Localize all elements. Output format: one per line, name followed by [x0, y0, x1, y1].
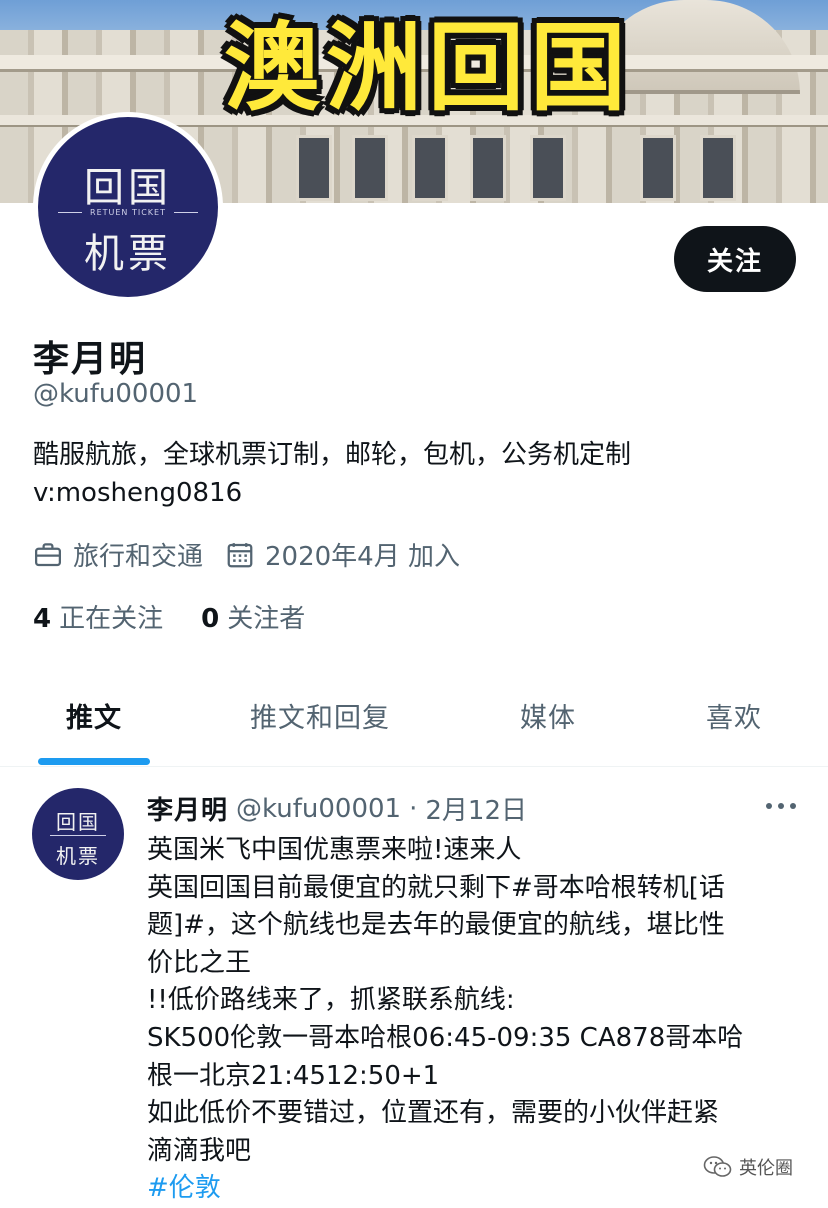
profile-category: 旅行和交通 [33, 536, 203, 573]
tweet-separator: · [409, 793, 418, 824]
tweet-author[interactable]: 李月明 [147, 790, 228, 827]
tweet-line: 题]#，这个航线也是去年的最便宜的航线，堪比性 [147, 910, 725, 941]
banner-window [640, 135, 676, 201]
profile-meta: 旅行和交通 2020年4月 加入 [33, 536, 482, 573]
banner-window [700, 135, 736, 201]
profile-tabs: 推文 推文和回复 媒体 喜欢 [0, 668, 828, 766]
banner-window [470, 135, 506, 201]
profile-joined: 2020年4月 加入 [225, 536, 460, 573]
tweet-line: 英国米飞中国优惠票来啦!速来人 [147, 835, 522, 865]
watermark-text: 英伦圈 [739, 1158, 793, 1179]
category-label: 旅行和交通 [73, 542, 204, 572]
tweet-avatar-line2: 机票 [56, 844, 100, 868]
tweet-avatar-line1: 回国 [56, 810, 100, 834]
wechat-icon [703, 1156, 732, 1177]
followers-stat[interactable]: 0 关注者 [201, 598, 305, 635]
avatar-logo: 回国 RETUEN TICKET 机票 [38, 117, 218, 297]
followers-label: 关注者 [227, 604, 306, 634]
briefcase-icon [35, 542, 61, 566]
profile-avatar[interactable]: 回国 RETUEN TICKET 机票 [33, 112, 223, 302]
tweet-line: 英国回国目前最便宜的就只剩下#哥本哈根转机[话 [147, 872, 725, 903]
avatar-logo-tagline: RETUEN TICKET [90, 208, 166, 217]
following-label: 正在关注 [59, 604, 164, 634]
following-stat[interactable]: 4 正在关注 [33, 598, 163, 635]
following-count: 4 [33, 604, 52, 634]
profile-bio: 酷服航旅，全球机票订制，邮轮，包机，公务机定制 v:mosheng0816 [33, 436, 631, 512]
tweet-line: !!低价路线来了，抓紧联系航线: [147, 985, 515, 1016]
profile-stats: 4 正在关注 0 关注者 [33, 598, 343, 635]
avatar-logo-line2: 机票 [84, 231, 172, 277]
avatar-logo-line1: 回国 [84, 165, 172, 211]
calendar-icon [227, 542, 253, 567]
tweet-line: 根一北京21:4512:50+1 [147, 1060, 440, 1091]
banner-window [296, 135, 332, 201]
tweet-avatar[interactable]: 回国 机票 [32, 788, 124, 880]
banner-window [352, 135, 388, 201]
tweet-line: SK500伦敦一哥本哈根06:45-09:35 CA878哥本哈 [147, 1022, 744, 1053]
tweet-header: 李月明 @kufu00001 · 2月12日 [147, 790, 527, 827]
avatar-logo-rule [174, 212, 198, 213]
tabs-divider [0, 766, 828, 767]
banner-title: 澳洲回国 [224, 12, 632, 124]
joined-label: 2020年4月 加入 [265, 542, 460, 572]
tab-tweets-and-replies[interactable]: 推文和回复 [250, 696, 390, 735]
tab-tweets[interactable]: 推文 [66, 696, 122, 735]
banner-window [412, 135, 448, 201]
banner-window [530, 135, 566, 201]
more-horizontal-icon[interactable] [764, 796, 798, 816]
tweet-line: 如此低价不要错过，位置还有，需要的小伙伴赶紧 [147, 1098, 720, 1129]
followers-count: 0 [201, 604, 220, 634]
active-tab-indicator [38, 758, 150, 765]
tab-likes[interactable]: 喜欢 [706, 696, 762, 735]
tab-media[interactable]: 媒体 [520, 696, 576, 735]
tweet-handle[interactable]: @kufu00001 [236, 794, 401, 824]
tweet-hashtag-link[interactable]: #伦敦 [147, 1170, 797, 1208]
tweet-avatar-rule [50, 835, 106, 836]
tweet-text: 英国米飞中国优惠票来啦!速来人 英国回国目前最便宜的就只剩下#哥本哈根转机[话 … [147, 832, 797, 1208]
watermark: 英伦圈 [703, 1154, 793, 1180]
profile-name: 李月明 [33, 339, 148, 380]
bio-line: 酷服航旅，全球机票订制，邮轮，包机，公务机定制 [33, 440, 632, 470]
bio-line: v:mosheng0816 [33, 478, 243, 508]
tweet-date[interactable]: 2月12日 [425, 790, 527, 827]
follow-button[interactable]: 关注 [674, 226, 796, 292]
tweet-line: 滴滴我吧 [147, 1135, 252, 1166]
profile-handle: @kufu00001 [33, 379, 199, 409]
tweet-line: 价比之王 [147, 947, 252, 978]
